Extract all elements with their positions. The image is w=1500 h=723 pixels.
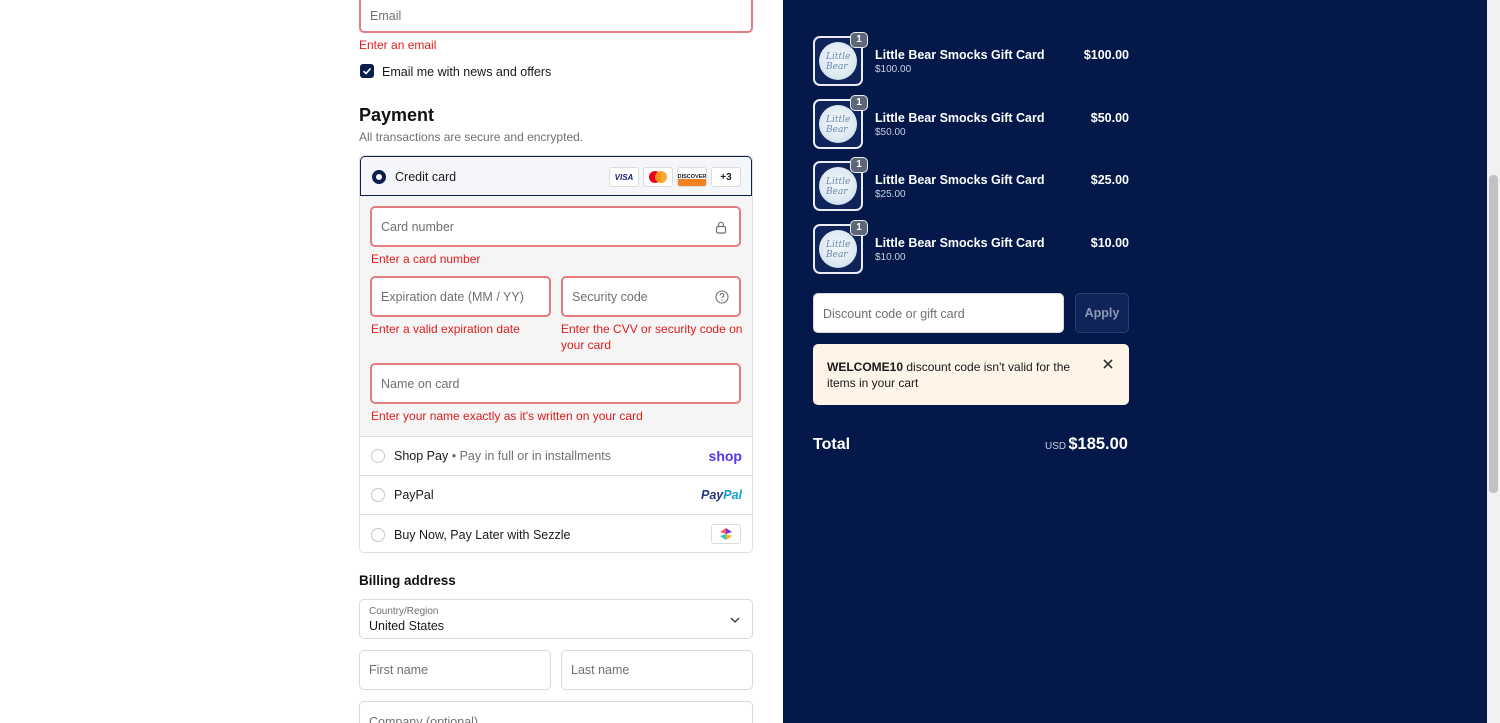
cart-item: Little Bear 1 Little Bear Smocks Gift Ca… (813, 220, 1129, 274)
first-name-field[interactable]: First name (359, 650, 551, 690)
more-cards-badge: +3 (711, 167, 741, 187)
security-code-field[interactable]: Security code (561, 276, 741, 317)
item-price: $10.00 (1090, 236, 1129, 250)
shop-pay-logo: shop (708, 448, 742, 464)
quantity-badge: 1 (850, 157, 868, 173)
item-variant: $100.00 (875, 64, 912, 75)
payment-option-sezzle[interactable]: Buy Now, Pay Later with Sezzle (360, 514, 752, 552)
discount-code: WELCOME10 (827, 360, 904, 374)
shop-pay-separator: • (451, 449, 457, 463)
payment-subtitle: All transactions are secure and encrypte… (359, 130, 584, 144)
item-variant: $10.00 (875, 252, 906, 263)
company-field[interactable]: Company (optional) (359, 701, 753, 723)
newsletter-checkbox[interactable] (360, 64, 374, 78)
paypal-label: PayPal (394, 488, 434, 502)
expiry-placeholder: Expiration date (MM / YY) (381, 289, 524, 304)
discover-icon: DISCOVER (677, 167, 707, 187)
checkmark-icon (362, 67, 372, 75)
cart-item: Little Bear 1 Little Bear Smocks Gift Ca… (813, 32, 1129, 86)
sezzle-radio[interactable] (371, 528, 385, 542)
discount-placeholder: Discount code or gift card (823, 307, 965, 321)
thumbnail-signature: Little Bear (826, 52, 851, 72)
total-value: $185.00 (1068, 435, 1128, 453)
item-name: Little Bear Smocks Gift Card (875, 48, 1045, 62)
last-name-placeholder: Last name (571, 663, 630, 677)
cart-item: Little Bear 1 Little Bear Smocks Gift Ca… (813, 95, 1129, 149)
expiry-error: Enter a valid expiration date (371, 322, 520, 336)
lock-icon (715, 221, 727, 234)
paypal-logo: PayPal (701, 488, 742, 502)
total-currency: USD (1045, 441, 1067, 452)
cart-item: Little Bear 1 Little Bear Smocks Gift Ca… (813, 157, 1129, 211)
security-code-placeholder: Security code (572, 289, 648, 304)
close-icon[interactable] (1101, 357, 1115, 371)
sezzle-label: Buy Now, Pay Later with Sezzle (394, 528, 571, 542)
scrollbar[interactable] (1487, 0, 1500, 723)
item-price: $25.00 (1090, 173, 1129, 187)
paypal-radio[interactable] (371, 488, 385, 502)
help-icon[interactable] (715, 290, 729, 304)
shop-pay-label: Shop Pay (394, 449, 449, 463)
name-on-card-placeholder: Name on card (381, 376, 460, 391)
first-name-placeholder: First name (369, 663, 429, 677)
credit-card-form: Card number Enter a card number Expirati… (360, 196, 752, 436)
card-number-field[interactable]: Card number (370, 206, 741, 247)
payment-option-credit-card[interactable]: Credit card VISA DISCOVER +3 (360, 156, 752, 196)
credit-card-radio[interactable] (372, 170, 386, 184)
payment-option-shop-pay[interactable]: Shop Pay • Pay in full or in installment… (360, 436, 752, 475)
thumbnail-signature: Little Bear (826, 177, 851, 197)
country-label: Country/Region (369, 606, 439, 617)
quantity-badge: 1 (850, 32, 868, 48)
item-price: $100.00 (1083, 48, 1129, 62)
card-number-placeholder: Card number (381, 219, 454, 234)
billing-address-title: Billing address (359, 573, 456, 588)
item-name: Little Bear Smocks Gift Card (875, 111, 1045, 125)
item-name: Little Bear Smocks Gift Card (875, 173, 1045, 187)
quantity-badge: 1 (850, 220, 868, 236)
thumbnail-signature: Little Bear (826, 240, 851, 260)
credit-card-label: Credit card (395, 170, 457, 184)
shop-pay-label-group: Shop Pay • Pay in full or in installment… (394, 449, 611, 463)
thumbnail-signature: Little Bear (826, 115, 851, 135)
sezzle-icon (711, 524, 741, 544)
security-code-error: Enter the CVV or security code on your c… (561, 322, 743, 352)
visa-icon: VISA (609, 167, 639, 187)
newsletter-label[interactable]: Email me with news and offers (382, 65, 551, 79)
paypal-logo-pay: Pay (700, 488, 724, 502)
item-name: Little Bear Smocks Gift Card (875, 236, 1045, 250)
name-on-card-field[interactable]: Name on card (370, 363, 741, 404)
apply-discount-button[interactable]: Apply (1075, 293, 1129, 333)
mastercard-icon (643, 167, 673, 187)
payment-option-paypal[interactable]: PayPal PayPal (360, 475, 752, 514)
company-placeholder: Company (optional) (369, 715, 479, 723)
email-placeholder: Email (370, 9, 402, 24)
discount-code-input[interactable]: Discount code or gift card (813, 293, 1064, 333)
expiry-field[interactable]: Expiration date (MM / YY) (370, 276, 551, 317)
paypal-logo-pal: Pal (723, 488, 742, 502)
scrollbar-thumb[interactable] (1489, 175, 1498, 493)
name-on-card-error: Enter your name exactly as it's written … (371, 409, 643, 423)
quantity-badge: 1 (850, 95, 868, 111)
payment-title: Payment (359, 105, 435, 125)
last-name-field[interactable]: Last name (561, 650, 753, 690)
payment-methods: Credit card VISA DISCOVER +3 Card number… (359, 155, 753, 553)
country-value: United States (369, 619, 445, 633)
country-select[interactable]: Country/Region United States (359, 599, 753, 639)
email-error: Enter an email (359, 38, 437, 52)
shop-pay-detail: Pay in full or in installments (459, 449, 612, 463)
card-number-error: Enter a card number (371, 252, 481, 266)
checkout-form-panel: Email Enter an email Email me with news … (0, 0, 783, 723)
item-variant: $50.00 (875, 127, 906, 138)
card-logos: VISA DISCOVER +3 (609, 167, 741, 187)
chevron-down-icon (730, 617, 740, 623)
item-price: $50.00 (1090, 111, 1129, 125)
item-variant: $25.00 (875, 189, 906, 200)
total-label: Total (813, 436, 851, 453)
discount-error-notice: WELCOME10 discount code isn't valid for … (813, 344, 1129, 405)
email-field[interactable]: Email (359, 0, 753, 33)
shop-pay-radio[interactable] (371, 449, 385, 463)
notice-message: WELCOME10 discount code isn't valid for … (827, 359, 1087, 391)
